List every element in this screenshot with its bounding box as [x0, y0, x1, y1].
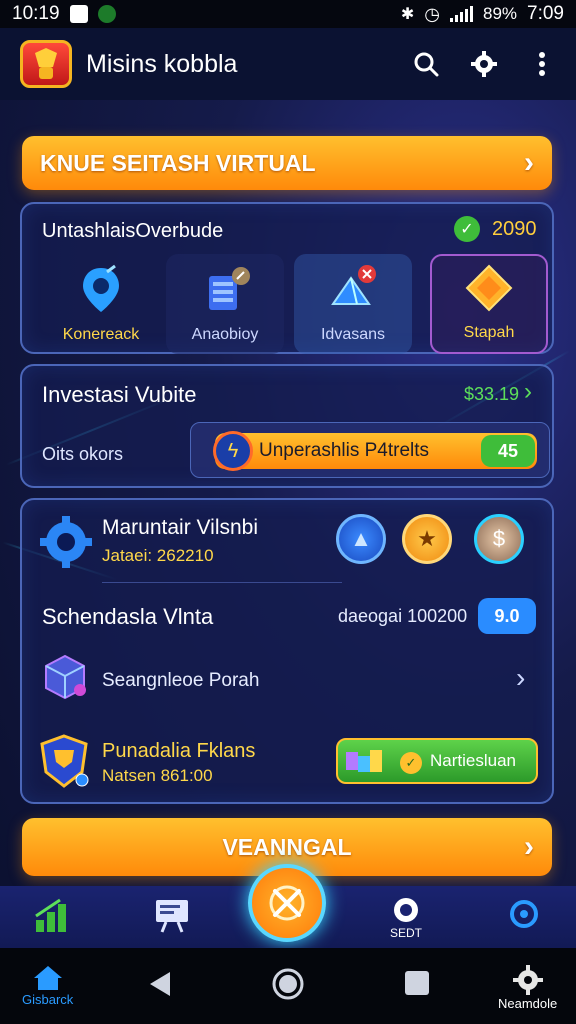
diamond-icon [463, 262, 515, 314]
nav-stats[interactable] [34, 898, 68, 934]
item1-title: Maruntair Vilsnbi [102, 516, 259, 539]
verified-icon: ✓ [454, 216, 480, 242]
details-card: Maruntair Vilsnbi Jataei: 262210 ▲ ★ $ S… [20, 498, 554, 804]
progress-badge: 45 [481, 435, 535, 467]
item4-title: Punadalia Fklans [102, 740, 256, 762]
chevron-right-icon[interactable]: › [516, 662, 525, 694]
blocks-icon [344, 746, 384, 776]
battery-percent: 89% [482, 4, 518, 23]
divider [102, 582, 342, 583]
investment-amount: $33.19 [464, 384, 520, 404]
nav-profile[interactable] [508, 898, 540, 930]
more-vertical-icon [539, 52, 545, 76]
recents-button[interactable] [404, 970, 430, 1001]
tile-idvasans[interactable]: Idvasans [294, 254, 412, 354]
item4-sub: Natsen 861:00 [102, 766, 213, 785]
home-button[interactable]: Gisbarck [22, 964, 73, 1007]
home-circle-icon [272, 968, 304, 1000]
search-button[interactable] [412, 50, 440, 78]
cta-label: VEANNGAL [222, 833, 352, 860]
dollar-coin-button[interactable]: $ [474, 514, 524, 564]
bar-chart-icon [35, 898, 66, 932]
signal-icon [449, 6, 473, 22]
recents-square-icon [405, 971, 429, 995]
back-button[interactable] [148, 970, 172, 1003]
chat-bubble-icon [394, 898, 418, 922]
settings-nav-button[interactable]: Neamdole [498, 964, 557, 1011]
item4-action-button[interactable]: ✓ Nartiesluan [336, 738, 538, 784]
status-time-left: 10:19 [12, 3, 60, 24]
chevron-right-icon: › [524, 146, 534, 179]
categories-card: UntashlaisOverbude ✓ 2090 Konereack Anao… [20, 202, 554, 354]
tile-konereack[interactable]: Konereack [42, 254, 160, 354]
item1-sub: Jataei: 262210 [102, 546, 214, 565]
tools-icon [269, 885, 305, 921]
cube-icon [40, 652, 90, 707]
location-pin-icon [75, 264, 127, 316]
shield-check-icon: ✓ [400, 752, 422, 774]
chevron-right-icon: › [524, 830, 534, 863]
item2-title: Schendasla Vlnta [42, 604, 214, 629]
presentation-board-icon [156, 900, 188, 933]
shield-notification-icon [97, 5, 116, 23]
trophy-shield-icon [36, 732, 92, 797]
gear-icon [471, 51, 497, 77]
settings-nav-label: Neamdole [498, 996, 558, 1011]
item3-title[interactable]: Seangnleoe Porah [102, 670, 259, 692]
gear-icon [512, 965, 543, 995]
back-triangle-icon [150, 972, 170, 996]
tile-label: Konereack [62, 326, 140, 343]
nav-sedt[interactable]: SEDT [388, 896, 424, 940]
home-label: Gisbarck [22, 992, 74, 1007]
chevron-right-icon: › [524, 378, 532, 405]
nav-board[interactable] [154, 898, 190, 934]
nav-sedt-label: SEDT [389, 926, 422, 940]
investment-sub-label: Oits okors [42, 444, 124, 464]
star-coin-button[interactable]: ★ [402, 514, 452, 564]
item4-button-label: Nartiesluan [430, 751, 516, 770]
tile-label: Stapah [463, 324, 515, 341]
home-icon [33, 966, 62, 990]
bluetooth-icon: ✱ [400, 6, 415, 23]
navigation-coin-button[interactable]: ▲ [336, 514, 386, 564]
center-action-button[interactable] [248, 864, 326, 942]
item2-badge-button[interactable]: 9.0 [478, 598, 536, 634]
item2-value: daeogai 100200 [338, 606, 468, 626]
server-icon [199, 264, 251, 316]
app-title: Misins kobbla [86, 49, 238, 78]
bottom-nav: SEDT [0, 864, 576, 948]
settings-button[interactable] [470, 50, 498, 78]
categories-title: UntashlaisOverbude [42, 220, 224, 242]
virtual-banner-button[interactable]: KNUE SEITASH VIRTUAL › [22, 136, 552, 190]
search-icon [414, 52, 439, 77]
app-logo [20, 40, 72, 88]
progress-panel[interactable]: Unperashlis P4trelts ϟ 45 [190, 422, 550, 478]
home-circle-button[interactable] [270, 966, 306, 1007]
investment-title: Investasi Vubite [42, 382, 197, 407]
more-menu-button[interactable] [528, 50, 556, 78]
tile-stapah[interactable]: Stapah [430, 254, 548, 354]
banner-label: KNUE SEITASH VIRTUAL [40, 149, 316, 176]
tile-label: Idvasans [320, 326, 386, 343]
lightning-icon: ϟ [213, 431, 253, 471]
status-time-right: 7:09 [527, 3, 564, 24]
categories-count: 2090 [492, 218, 537, 240]
gear-blue-icon [38, 514, 94, 575]
system-nav-bar: Gisbarck Neamdole [0, 948, 576, 1024]
progress-label: Unperashlis P4trelts [259, 440, 430, 461]
tile-label: Anaobioy [191, 326, 259, 343]
checkbox-notification-icon [69, 5, 88, 23]
investment-card[interactable]: Investasi Vubite $33.19 › Oits okors Unp… [20, 364, 554, 488]
status-bar: 10:19 ✱ ◷ 89% 7:09 [0, 0, 576, 28]
alarm-icon: ◷ [424, 3, 440, 24]
app-header: Misins kobbla [0, 28, 576, 100]
pyramid-icon [327, 264, 379, 316]
target-icon [510, 900, 538, 928]
tile-anaobioy[interactable]: Anaobioy [166, 254, 284, 354]
